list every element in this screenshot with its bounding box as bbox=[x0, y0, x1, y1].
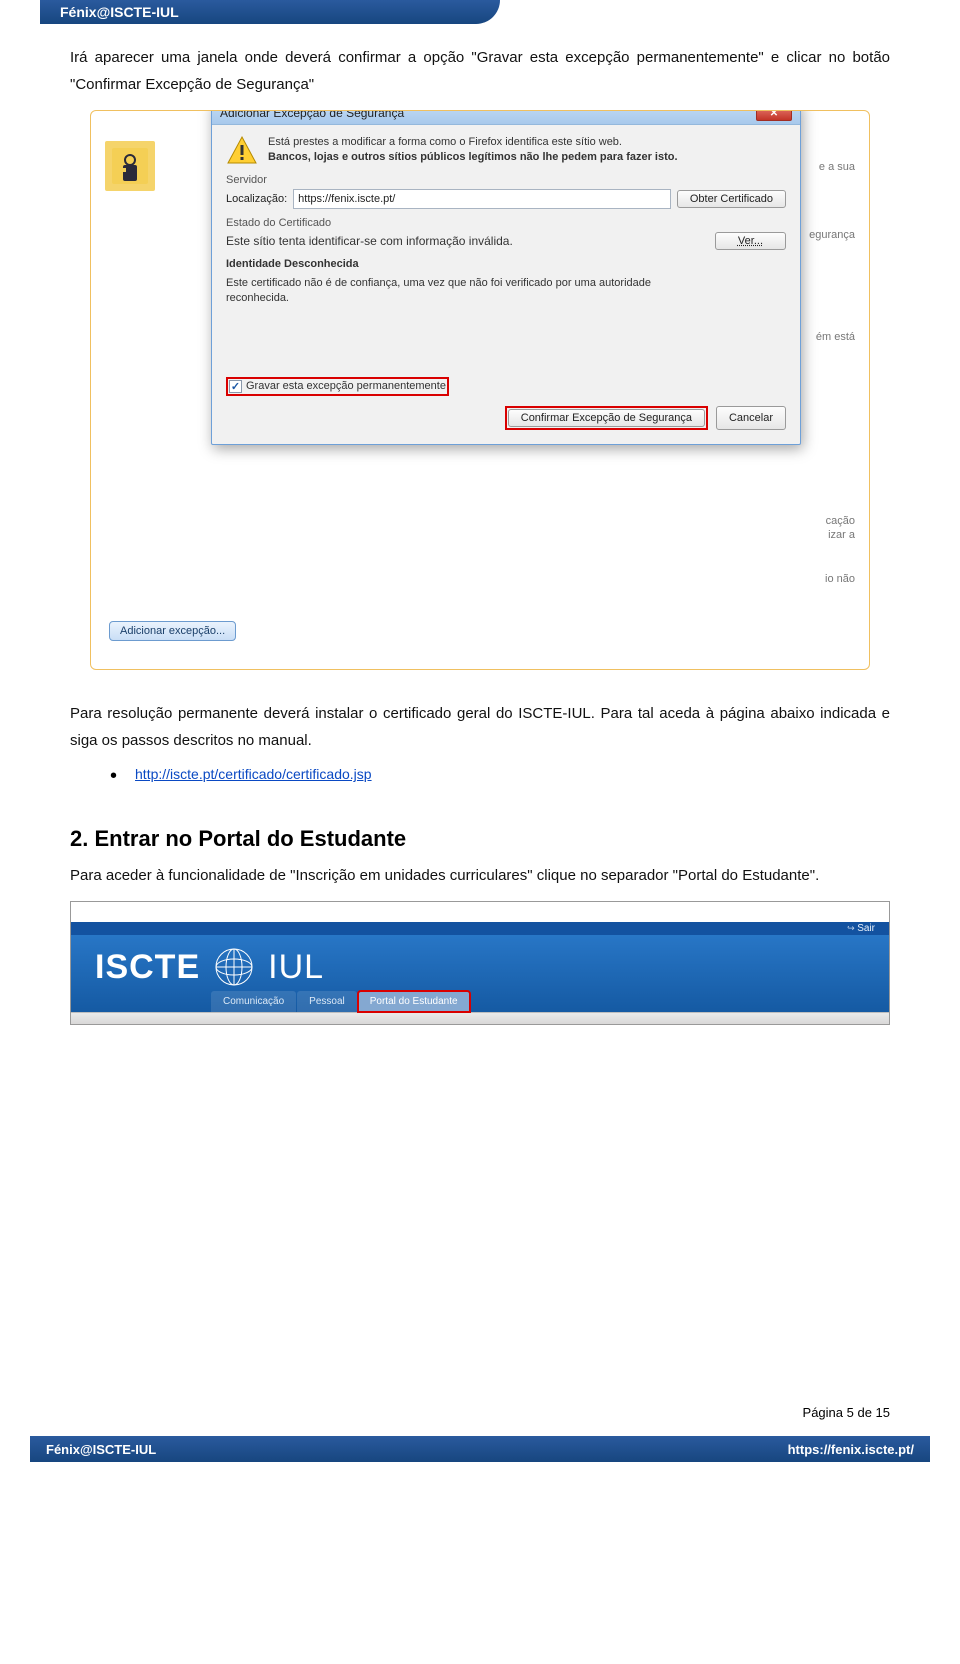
certificate-link[interactable]: http://iscte.pt/certificado/certificado.… bbox=[135, 766, 372, 782]
confirm-exception-button[interactable]: Confirmar Excepção de Segurança bbox=[508, 409, 705, 427]
get-certificate-button[interactable]: Obter Certificado bbox=[677, 190, 786, 208]
guard-icon bbox=[105, 141, 155, 191]
iscte-logo: ISCTE bbox=[95, 948, 200, 987]
link-bullet-row: • http://iscte.pt/certificado/certificad… bbox=[110, 766, 890, 786]
logo-part-a: ISCTE bbox=[95, 948, 200, 986]
close-icon[interactable]: ✕ bbox=[756, 110, 792, 121]
dialog-titlebar: Adicionar Excepção de Segurança ✕ bbox=[212, 110, 800, 125]
resolution-paragraph: Para resolução permanente deverá instala… bbox=[70, 700, 890, 754]
logo-globe-icon bbox=[212, 945, 256, 989]
section-2-paragraph: Para aceder à funcionalidade de "Inscriç… bbox=[70, 862, 890, 889]
tab-portal-estudante[interactable]: Portal do Estudante bbox=[358, 991, 470, 1012]
dialog-title: Adicionar Excepção de Segurança bbox=[220, 110, 404, 120]
save-exception-checkbox[interactable]: ✓ bbox=[229, 380, 242, 393]
warning-icon bbox=[226, 135, 258, 165]
security-exception-dialog: Adicionar Excepção de Segurança ✕ Está p… bbox=[211, 110, 801, 445]
save-exception-label: Gravar esta excepção permanentemente bbox=[246, 380, 446, 392]
page-content: Irá aparecer uma janela onde deverá conf… bbox=[0, 24, 960, 1065]
section-2-heading: 2. Entrar no Portal do Estudante bbox=[70, 826, 890, 852]
bg-text: cação bbox=[826, 515, 855, 527]
cancel-button[interactable]: Cancelar bbox=[716, 406, 786, 430]
server-section-label: Servidor bbox=[226, 174, 786, 186]
location-label: Localização: bbox=[226, 193, 287, 205]
alert-text: Está prestes a modificar a forma como o … bbox=[268, 135, 678, 166]
identity-text: Este certificado não é de confiança, uma… bbox=[226, 276, 656, 307]
alert-line1: Está prestes a modificar a forma como o … bbox=[268, 135, 678, 150]
iscte-portal-screenshot: Sair ISCTE IUL bbox=[70, 901, 890, 1025]
bg-text: egurança bbox=[809, 229, 855, 241]
logo-part-b: IUL bbox=[268, 948, 324, 986]
page-footer: Página 5 de 15 bbox=[0, 1405, 960, 1432]
add-exception-button[interactable]: Adicionar excepção... bbox=[109, 621, 236, 641]
portal-tabs: Comunicação Pessoal Portal do Estudante bbox=[71, 991, 889, 1012]
view-certificate-button[interactable]: Ver... bbox=[715, 232, 786, 250]
cert-state-text: Este sítio tenta identificar-se com info… bbox=[226, 234, 513, 248]
footer-right: https://fenix.iscte.pt/ bbox=[788, 1442, 914, 1457]
iul-logo: IUL bbox=[268, 948, 324, 987]
header-title: Fénix@ISCTE-IUL bbox=[60, 4, 179, 20]
bg-text: ém está bbox=[816, 331, 855, 343]
page-header: Fénix@ISCTE-IUL bbox=[40, 0, 500, 24]
identity-title: Identidade Desconhecida bbox=[226, 258, 786, 270]
bg-text: izar a bbox=[828, 529, 855, 541]
bullet-icon: • bbox=[110, 766, 117, 786]
bg-text: e a sua bbox=[819, 161, 855, 173]
sub-banner-bar bbox=[71, 1012, 889, 1024]
page-number: Página 5 de 15 bbox=[70, 1405, 890, 1420]
location-input[interactable] bbox=[293, 189, 671, 209]
bg-text: io não bbox=[825, 573, 855, 585]
intro-paragraph: Irá aparecer uma janela onde deverá conf… bbox=[70, 44, 890, 98]
alert-line2: Bancos, lojas e outros sítios públicos l… bbox=[268, 151, 678, 163]
logout-link[interactable]: Sair bbox=[847, 923, 875, 934]
footer-left: Fénix@ISCTE-IUL bbox=[46, 1442, 156, 1457]
cert-state-section-label: Estado do Certificado bbox=[226, 217, 786, 229]
security-dialog-screenshot: e a sua egurança ém está cação izar a io… bbox=[90, 110, 870, 670]
tab-pessoal[interactable]: Pessoal bbox=[297, 991, 357, 1012]
footer-bar: Fénix@ISCTE-IUL https://fenix.iscte.pt/ bbox=[30, 1436, 930, 1462]
tab-comunicacao[interactable]: Comunicação bbox=[211, 991, 296, 1012]
background-warning-panel: e a sua egurança ém está cação izar a io… bbox=[90, 110, 870, 670]
logout-bar: Sair bbox=[71, 922, 889, 935]
